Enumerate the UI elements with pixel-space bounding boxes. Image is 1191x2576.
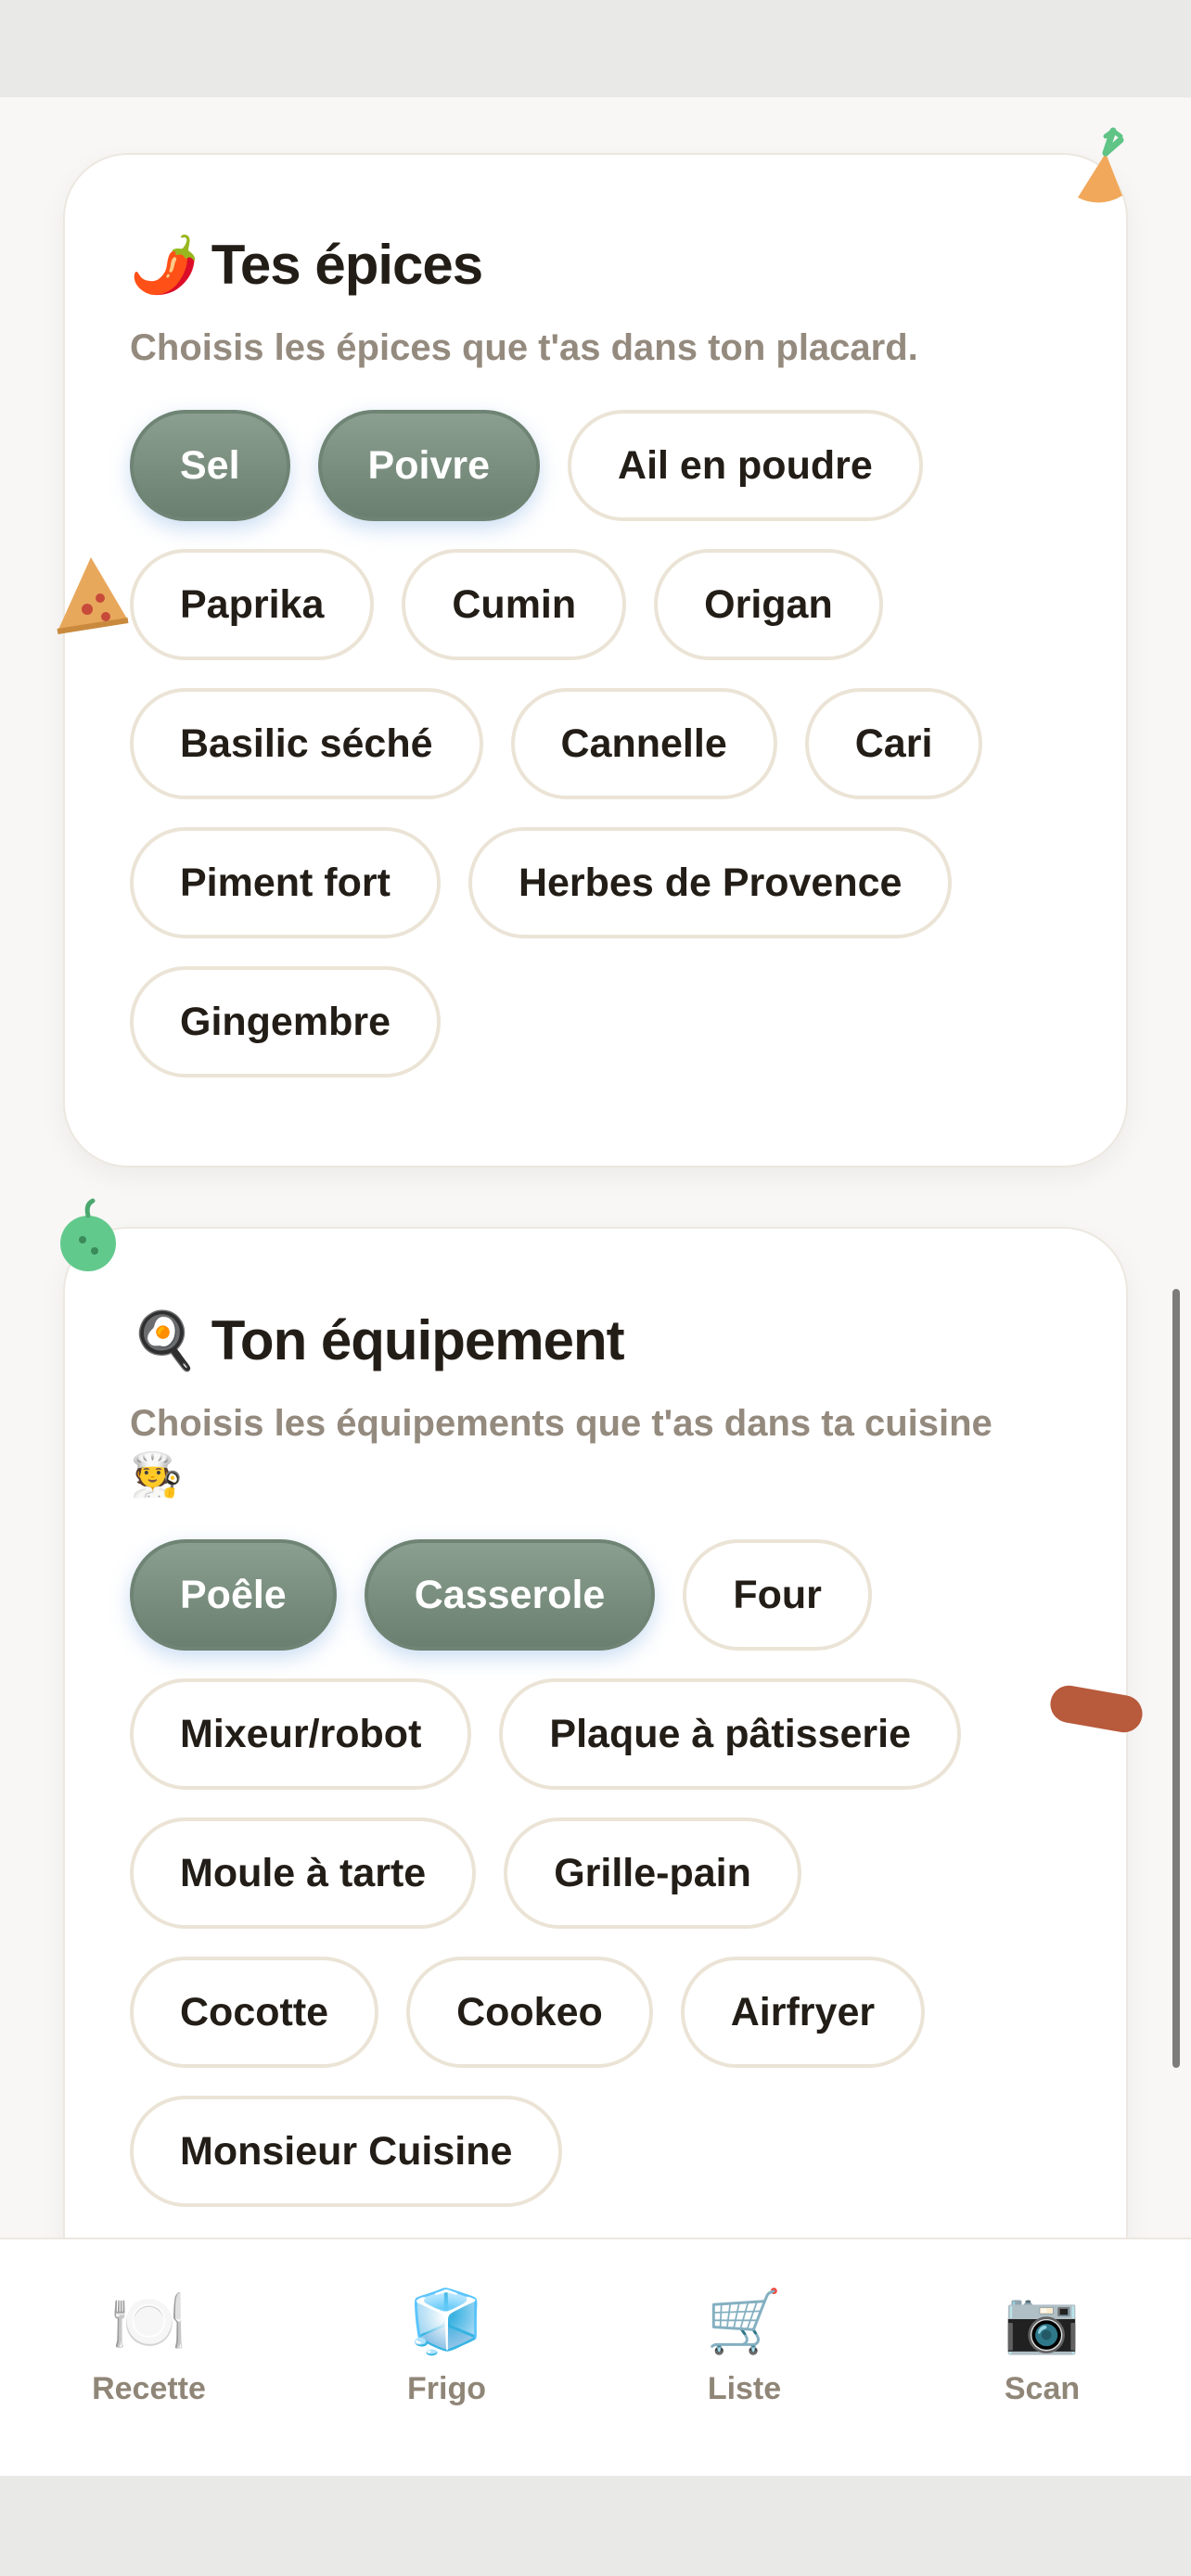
spice-chip-paprika[interactable]: Paprika — [130, 549, 375, 660]
frying-pan-icon: 🍳 — [130, 1307, 199, 1373]
app-screen: 🌶️ Tes épices Choisis les épices que t'a… — [0, 97, 1191, 2476]
spice-chip-ail-en-poudre[interactable]: Ail en poudre — [568, 410, 923, 521]
equipment-chip-casserole[interactable]: Casserole — [364, 1539, 656, 1651]
spices-title-text: Tes épices — [211, 234, 483, 296]
equipment-title: 🍳 Ton équipement — [130, 1308, 1061, 1372]
shopping-cart-icon: 🛒 — [706, 2286, 783, 2357]
tab-recette[interactable]: 🍽️ Recette — [38, 2291, 261, 2407]
spice-chip-herbes-de-provence[interactable]: Herbes de Provence — [467, 827, 953, 938]
plate-cutlery-icon: 🍽️ — [110, 2286, 187, 2357]
spice-chip-cari[interactable]: Cari — [804, 688, 983, 799]
spice-chip-gingembre[interactable]: Gingembre — [130, 966, 441, 1078]
equipment-chip-list: Poêle Casserole Four Mixeur/robot Plaque à p… — [130, 1539, 1061, 2207]
equipment-chip-monsieur-cuisine[interactable]: Monsieur Cuisine — [130, 2096, 563, 2207]
tab-label: Scan — [1004, 2371, 1081, 2406]
spice-chip-origan[interactable]: Origan — [654, 549, 883, 660]
pea-decoration-icon — [60, 1198, 116, 1271]
equipment-chip-plaque-a-patisserie[interactable]: Plaque à pâtisserie — [499, 1678, 961, 1790]
tab-label: Recette — [92, 2371, 206, 2406]
equipment-chip-four[interactable]: Four — [683, 1539, 872, 1651]
equipment-chip-mixeur-robot[interactable]: Mixeur/robot — [130, 1678, 472, 1790]
spice-chip-cannelle[interactable]: Cannelle — [510, 688, 777, 799]
tab-label: Frigo — [407, 2371, 486, 2406]
ice-cube-icon: 🧊 — [408, 2286, 485, 2357]
scrollbar[interactable] — [1172, 1289, 1180, 2068]
spices-subtitle: Choisis les épices que t'as dans ton pla… — [130, 327, 918, 368]
spice-chip-cumin[interactable]: Cumin — [402, 549, 627, 660]
spice-chip-sel[interactable]: Sel — [130, 410, 290, 521]
equipment-title-text: Ton équipement — [211, 1309, 625, 1371]
pizza-slice-decoration-icon — [57, 557, 129, 634]
equipment-chip-airfryer[interactable]: Airfryer — [680, 1957, 926, 2068]
camera-icon: 📷 — [1004, 2286, 1081, 2357]
equipment-chip-grille-pain[interactable]: Grille-pain — [504, 1817, 801, 1929]
chef-icon: 🧑‍🍳 — [130, 1449, 184, 1499]
spices-chip-list: Sel Poivre Ail en poudre Paprika Cumin Origan… — [130, 410, 1061, 1078]
chili-pepper-icon: 🌶️ — [130, 232, 199, 298]
tab-liste[interactable]: 🛒 Liste — [634, 2291, 856, 2407]
spice-chip-piment-fort[interactable]: Piment fort — [130, 827, 441, 938]
tab-scan[interactable]: 📷 Scan — [931, 2291, 1154, 2407]
equipment-chip-cocotte[interactable]: Cocotte — [130, 1957, 379, 2068]
equipment-subtitle-text: Choisis les équipements que t'as dans ta… — [130, 1403, 992, 1444]
spice-chip-basilic-seche[interactable]: Basilic séché — [130, 688, 483, 799]
spices-card: 🌶️ Tes épices Choisis les épices que t'a… — [63, 153, 1128, 1167]
tab-frigo[interactable]: 🧊 Frigo — [336, 2291, 558, 2407]
spices-title: 🌶️ Tes épices — [130, 233, 1061, 297]
equipment-subtitle: Choisis les équipements que t'as dans ta… — [130, 1396, 1061, 1504]
sausage-decoration-icon — [1050, 1685, 1143, 1733]
carrot-decoration-icon — [1078, 127, 1124, 203]
spice-chip-poivre[interactable]: Poivre — [317, 410, 541, 521]
equipment-chip-cookeo[interactable]: Cookeo — [406, 1957, 653, 2068]
equipment-chip-poele[interactable]: Poêle — [130, 1539, 337, 1651]
equipment-chip-moule-a-tarte[interactable]: Moule à tarte — [130, 1817, 477, 1929]
bottom-tab-bar: 🍽️ Recette 🧊 Frigo 🛒 Liste 📷 Scan — [0, 2238, 1191, 2476]
tab-label: Liste — [707, 2371, 782, 2406]
